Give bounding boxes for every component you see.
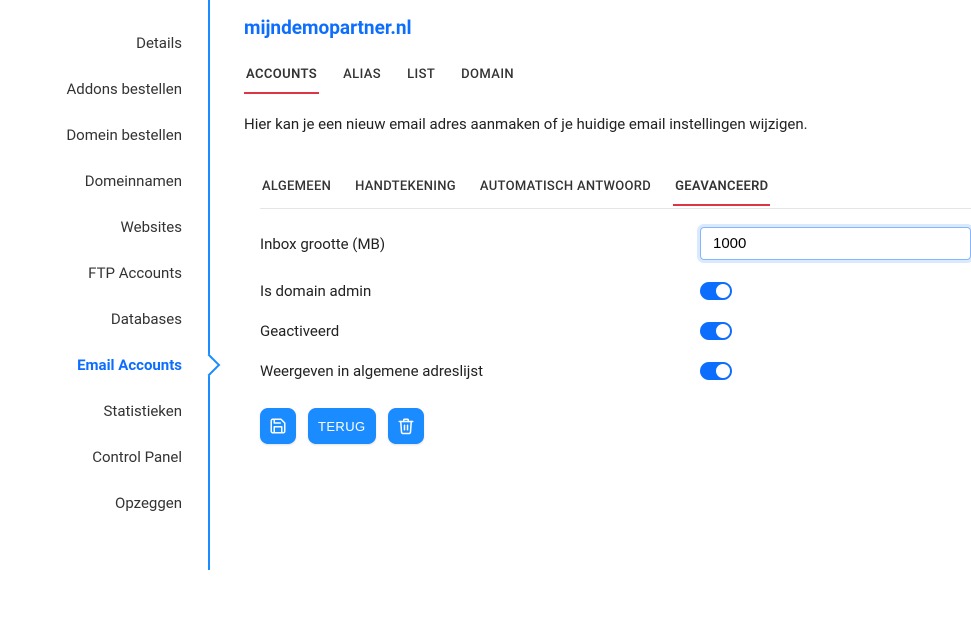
tab-alias[interactable]: ALIAS: [341, 61, 383, 94]
tab-label: ALIAS: [343, 67, 381, 82]
subtab-geavanceerd[interactable]: GEAVANCEERD: [673, 173, 770, 206]
row-activated: Geactiveerd: [260, 322, 971, 340]
secondary-tabs: ALGEMEEN HANDTEKENING AUTOMATISCH ANTWOO…: [260, 173, 971, 206]
tab-label: ACCOUNTS: [246, 67, 317, 82]
subtab-label: ALGEMEEN: [262, 179, 331, 194]
page-title: mijndemopartner.nl: [244, 16, 971, 39]
tab-label: DOMAIN: [461, 67, 514, 82]
sidebar-item-email-accounts[interactable]: Email Accounts: [0, 342, 208, 388]
sidebar: Details Addons bestellen Domein bestelle…: [0, 0, 210, 570]
tab-accounts[interactable]: ACCOUNTS: [244, 61, 319, 94]
row-show-in-gal: Weergeven in algemene adreslijst: [260, 362, 971, 380]
show-in-gal-label: Weergeven in algemene adreslijst: [260, 362, 700, 380]
row-inbox-size: Inbox grootte (MB): [260, 227, 971, 260]
tab-label: LIST: [407, 67, 435, 82]
is-domain-admin-toggle[interactable]: [700, 282, 732, 300]
back-button-label: TERUG: [318, 419, 366, 434]
subtab-handtekening[interactable]: HANDTEKENING: [353, 173, 458, 206]
main-content: mijndemopartner.nl ACCOUNTS ALIAS LIST D…: [210, 0, 971, 570]
subtab-automatisch-antwoord[interactable]: AUTOMATISCH ANTWOORD: [478, 173, 653, 206]
sidebar-item-details[interactable]: Details: [0, 20, 208, 66]
save-button[interactable]: [260, 408, 296, 444]
delete-button[interactable]: [388, 408, 424, 444]
activated-toggle[interactable]: [700, 322, 732, 340]
sidebar-item-label: Domeinnamen: [85, 172, 182, 190]
sidebar-item-addons-bestellen[interactable]: Addons bestellen: [0, 66, 208, 112]
sidebar-item-control-panel[interactable]: Control Panel: [0, 434, 208, 480]
row-is-domain-admin: Is domain admin: [260, 282, 971, 300]
sidebar-item-label: Details: [136, 34, 182, 52]
sidebar-item-label: Statistieken: [104, 402, 182, 420]
sidebar-item-ftp-accounts[interactable]: FTP Accounts: [0, 250, 208, 296]
sidebar-item-opzeggen[interactable]: Opzeggen: [0, 480, 208, 526]
subtab-label: AUTOMATISCH ANTWOORD: [480, 179, 651, 194]
activated-label: Geactiveerd: [260, 322, 700, 340]
subtab-algemeen[interactable]: ALGEMEEN: [260, 173, 333, 206]
sidebar-item-label: Control Panel: [92, 448, 182, 466]
inbox-size-label: Inbox grootte (MB): [260, 235, 700, 253]
sidebar-item-domeinnamen[interactable]: Domeinnamen: [0, 158, 208, 204]
primary-tabs: ACCOUNTS ALIAS LIST DOMAIN: [244, 61, 971, 95]
divider: [260, 208, 971, 209]
sidebar-item-label: FTP Accounts: [88, 264, 182, 282]
is-domain-admin-label: Is domain admin: [260, 282, 700, 300]
subtab-label: HANDTEKENING: [355, 179, 456, 194]
sidebar-item-statistieken[interactable]: Statistieken: [0, 388, 208, 434]
save-icon: [269, 417, 287, 435]
show-in-gal-toggle[interactable]: [700, 362, 732, 380]
sidebar-item-label: Domein bestellen: [66, 126, 182, 144]
sidebar-item-label: Databases: [111, 310, 182, 328]
back-button[interactable]: TERUG: [308, 408, 376, 444]
sidebar-item-label: Email Accounts: [77, 356, 182, 374]
page-description: Hier kan je een nieuw email adres aanmak…: [244, 115, 971, 133]
sidebar-item-label: Addons bestellen: [66, 80, 182, 98]
sidebar-item-label: Websites: [121, 218, 182, 236]
sidebar-item-domein-bestellen[interactable]: Domein bestellen: [0, 112, 208, 158]
tab-list[interactable]: LIST: [405, 61, 437, 94]
subtab-label: GEAVANCEERD: [675, 179, 768, 194]
tab-domain[interactable]: DOMAIN: [459, 61, 516, 94]
sidebar-item-databases[interactable]: Databases: [0, 296, 208, 342]
inbox-size-input[interactable]: [700, 227, 971, 260]
trash-icon: [397, 417, 415, 435]
sidebar-item-label: Opzeggen: [115, 494, 182, 512]
action-bar: TERUG: [260, 408, 971, 444]
sidebar-item-websites[interactable]: Websites: [0, 204, 208, 250]
